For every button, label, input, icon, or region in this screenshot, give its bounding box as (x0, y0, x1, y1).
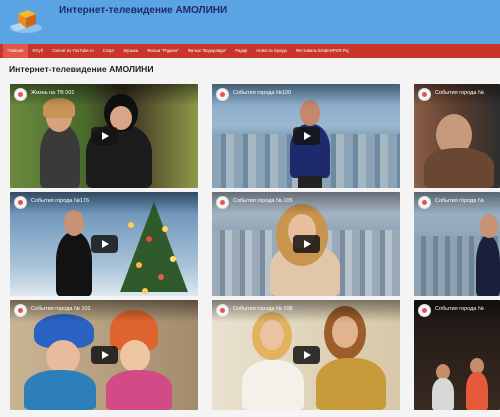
video-title[interactable]: События города № (435, 90, 484, 96)
video-card[interactable]: События города №100 (212, 84, 400, 188)
video-title[interactable]: События города № 108 (233, 306, 293, 312)
video-title[interactable]: События города №100 (233, 90, 291, 96)
video-title[interactable]: События города № 101 (31, 306, 91, 312)
main-content: Интернет-телевидение АМОЛИНИ Жизнь на ТВ… (0, 58, 500, 417)
channel-avatar-icon[interactable] (14, 196, 27, 209)
nav-item-festival[interactable]: Фестиваль БАШКИРИЯ.РЦ (291, 44, 353, 58)
video-card[interactable]: Жизнь на ТВ 001 (10, 84, 198, 188)
tv-cube-logo-icon[interactable] (6, 4, 46, 36)
video-title[interactable]: Жизнь на ТВ 001 (31, 90, 74, 96)
nav-item-film-vodopravda[interactable]: Фильм "Водоравда" (183, 44, 231, 58)
site-title[interactable]: Интернет-телевидение АМОЛИНИ (59, 5, 227, 16)
video-card[interactable]: События города № (414, 300, 500, 410)
video-card[interactable]: События города № 101 (10, 300, 198, 410)
nav-item-youtube[interactable]: Ютуб (28, 44, 48, 58)
channel-avatar-icon[interactable] (216, 196, 229, 209)
nav-item-music[interactable]: Музыка (119, 44, 143, 58)
nav-item-sport[interactable]: Спорт (98, 44, 119, 58)
video-card[interactable]: События города № 108 (212, 300, 400, 410)
play-button-icon[interactable] (90, 235, 118, 253)
site-header: Интернет-телевидение АМОЛИНИ (0, 0, 500, 44)
channel-avatar-icon[interactable] (14, 304, 27, 317)
video-card[interactable]: События города № 105 (212, 192, 400, 296)
play-button-icon[interactable] (292, 235, 320, 253)
video-card[interactable]: События города № (414, 192, 500, 296)
nav-item-download[interactable]: Скачат из YouTube.ru (48, 44, 98, 58)
nav-item-film-rodina[interactable]: Фильм "Родина" (143, 44, 183, 58)
video-card[interactable]: События города №176 (10, 192, 198, 296)
play-button-icon[interactable] (90, 127, 118, 145)
play-button-icon[interactable] (90, 346, 118, 364)
nav-item-home[interactable]: Главная (3, 44, 28, 58)
video-title[interactable]: События города №176 (31, 198, 89, 204)
play-button-icon[interactable] (292, 346, 320, 364)
channel-avatar-icon[interactable] (418, 196, 431, 209)
channel-avatar-icon[interactable] (14, 88, 27, 101)
video-title[interactable]: События города № (435, 198, 484, 204)
nav-item-radar[interactable]: Радар (231, 44, 252, 58)
nav-item-city-news[interactable]: Новости города (252, 44, 291, 58)
channel-avatar-icon[interactable] (216, 88, 229, 101)
video-title[interactable]: События города № 105 (233, 198, 293, 204)
channel-avatar-icon[interactable] (216, 304, 229, 317)
channel-avatar-icon[interactable] (418, 88, 431, 101)
page-title: Интернет-телевидение АМОЛИНИ (9, 64, 154, 74)
channel-avatar-icon[interactable] (418, 304, 431, 317)
play-button-icon[interactable] (292, 127, 320, 145)
video-title[interactable]: События города № (435, 306, 484, 312)
main-nav: Главная Ютуб Скачат из YouTube.ru Спорт … (0, 44, 500, 58)
video-card[interactable]: События города № (414, 84, 500, 188)
